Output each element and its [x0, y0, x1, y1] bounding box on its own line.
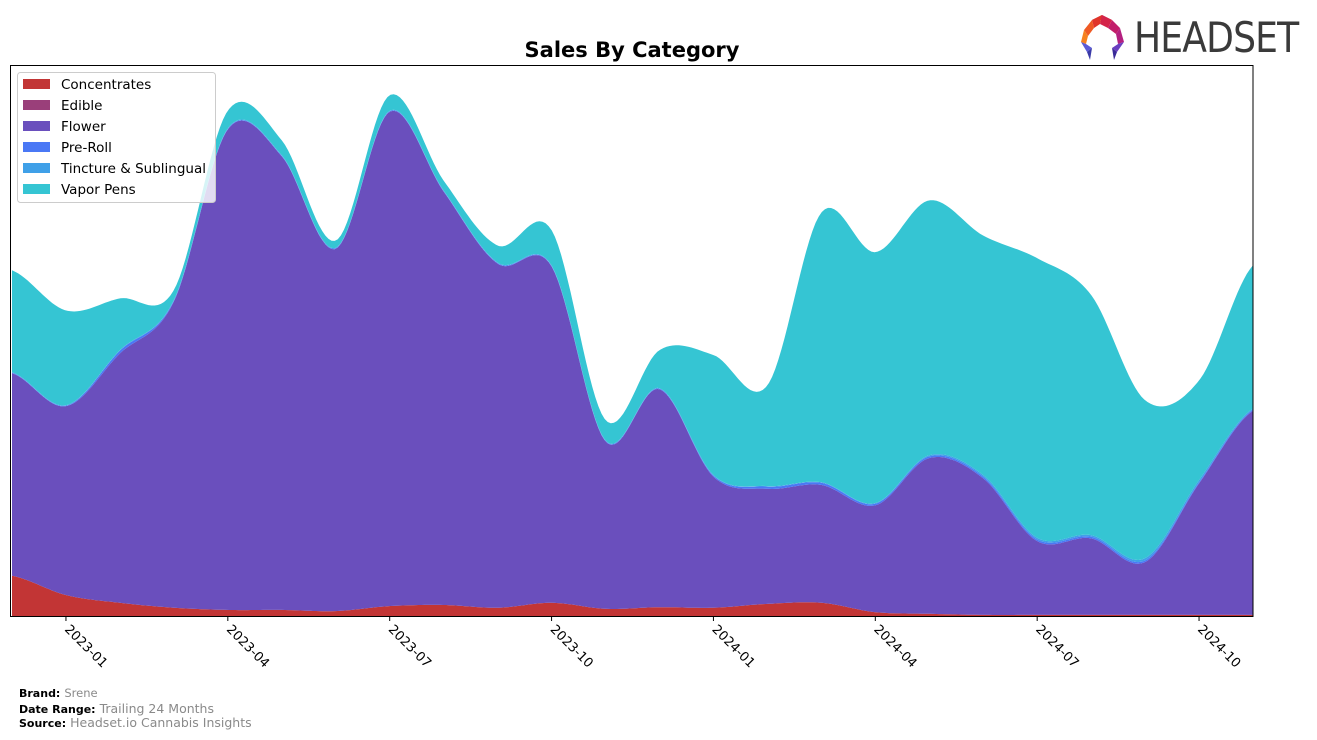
legend-swatch-edible — [23, 100, 50, 110]
brand-value: Srene — [64, 686, 98, 700]
legend-swatch-tincture-sublingual — [23, 163, 50, 173]
source-label: Source: — [19, 717, 67, 730]
x-tick-label: 2024-07 — [1032, 622, 1081, 671]
legend-swatch-pre-roll — [23, 142, 50, 152]
legend-swatch-vapor-pens — [23, 184, 50, 194]
headset-logo-icon — [1081, 15, 1124, 60]
source-value: Headset.io Cannabis Insights — [70, 715, 252, 730]
legend-label: Vapor Pens — [61, 182, 136, 198]
legend-swatch-concentrates — [23, 79, 50, 89]
footer-source: Source: Headset.io Cannabis Insights — [19, 715, 252, 731]
x-tick-label: 2023-10 — [547, 622, 596, 671]
legend-label: Edible — [61, 98, 102, 114]
footer-brand: Brand: Srene — [19, 686, 98, 701]
x-axis: 2023-01 2023-04 2023-07 2023-10 2024-01 2024-… — [61, 616, 1243, 671]
legend-swatch-flower — [23, 121, 50, 131]
x-tick-label: 2023-01 — [61, 622, 110, 671]
date-range-value: Trailing 24 Months — [99, 701, 214, 716]
x-tick-label: 2023-07 — [385, 622, 434, 671]
legend-label: Pre-Roll — [61, 140, 112, 156]
legend: Concentrates Edible Flower Pre-Roll Tincture… — [17, 72, 216, 203]
legend-label: Flower — [61, 119, 106, 135]
brand-label: Brand: — [19, 687, 61, 700]
x-tick-label: 2023-04 — [223, 622, 272, 671]
x-tick-label: 2024-04 — [870, 622, 919, 671]
sales-by-category-chart: Sales By Category 2023-01 2023-04 2023-07 2… — [10, 38, 1254, 671]
x-tick-label: 2024-10 — [1194, 622, 1243, 671]
legend-label: Tincture & Sublingual — [60, 161, 206, 177]
headset-logo-text: HEADSET — [1134, 13, 1299, 62]
chart-title: Sales By Category — [525, 38, 740, 62]
x-tick-label: 2024-01 — [709, 622, 758, 671]
legend-label: Concentrates — [61, 77, 151, 93]
